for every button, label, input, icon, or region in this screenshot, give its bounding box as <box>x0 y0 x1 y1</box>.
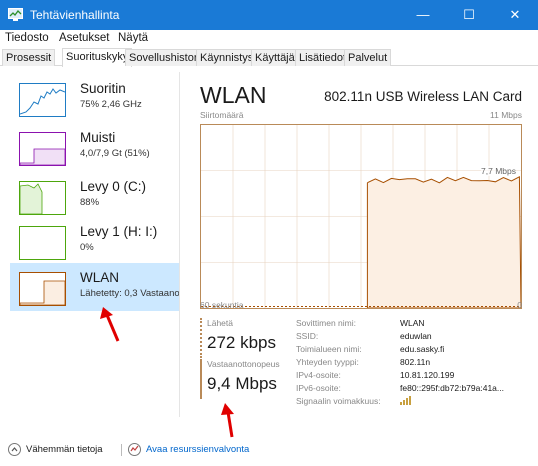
sidebar-item-title: Muisti <box>80 130 116 145</box>
graph-max-label: 11 Mbps <box>490 110 522 120</box>
memory-mini-graph <box>19 148 66 166</box>
task-manager-window: Tehtävienhallinta — ☐ ✕ Tiedosto Asetuks… <box>0 0 538 466</box>
detail-value: WLAN <box>400 318 425 328</box>
resource-monitor-icon <box>128 443 141 456</box>
menu-view[interactable]: Näytä <box>118 32 148 44</box>
page-title: WLAN <box>200 82 267 108</box>
detail-label: SSID: <box>296 331 319 341</box>
receive-area <box>366 175 521 308</box>
detail-label: IPv6-osoite: <box>296 383 341 393</box>
disk0-mini-graph <box>19 183 43 215</box>
detail-value: eduwlan <box>400 331 432 341</box>
sidebar-item-disk-0[interactable]: Levy 0 (C:) 88% <box>10 172 179 220</box>
wlan-thumbnail <box>19 272 66 306</box>
sidebar-item-title: Levy 1 (H: I:) <box>80 224 158 239</box>
cpu-mini-graph <box>19 88 66 115</box>
task-manager-icon <box>8 8 23 21</box>
sidebar-item-subtitle: 75% 2,46 GHz <box>80 99 142 110</box>
resource-monitor-link[interactable]: Avaa resurssienvalvonta <box>128 443 249 456</box>
performance-sidebar: Suoritin 75% 2,46 GHz Muisti 4,0/7,9 Gt … <box>10 72 180 417</box>
sidebar-item-wlan[interactable]: WLAN Lähetetty: 0,3 Vastaanotettu: 9,4 M… <box>10 263 180 311</box>
sidebar-item-subtitle: 0% <box>80 242 94 253</box>
footer: Vähemmän tietoja Avaa resurssienvalvonta <box>0 436 538 466</box>
send-value: 272 kbps <box>207 333 276 352</box>
tab-startup[interactable]: Käynnistys <box>196 49 258 66</box>
receive-value: 9,4 Mbps <box>207 374 277 393</box>
sidebar-item-title: Levy 0 (C:) <box>80 179 147 194</box>
footer-divider <box>121 444 122 456</box>
tab-details[interactable]: Lisätiedot <box>295 49 351 66</box>
tab-services[interactable]: Palvelut <box>344 49 392 66</box>
memory-thumbnail <box>19 132 66 166</box>
throughput-graph: 7,7 Mbps <box>200 124 522 309</box>
detail-label: Sovittimen nimi: <box>296 318 356 328</box>
detail-value: edu.sasky.fi <box>400 344 445 354</box>
send-label: Lähetä <box>207 318 233 328</box>
detail-label: Yhteyden tyyppi: <box>296 357 359 367</box>
signal-bars-icon <box>400 396 413 407</box>
sidebar-item-title: WLAN <box>80 270 120 285</box>
throughput-graph-canvas <box>201 125 521 308</box>
fewer-details-label: Vähemmän tietoja <box>26 444 103 455</box>
menu-file[interactable]: Tiedosto <box>5 32 49 44</box>
detail-value: fe80::295f:db72:b79a:41a... <box>400 383 504 393</box>
adapter-name: 802.11n USB Wireless LAN Card <box>324 89 522 104</box>
fewer-details-button[interactable]: Vähemmän tietoja <box>8 443 103 456</box>
graph-time-axis-end: 0 <box>517 300 522 310</box>
detail-label: Signaalin voimakkuus: <box>296 396 381 406</box>
sidebar-item-title: Suoritin <box>80 81 126 96</box>
annotation-arrow-icon <box>100 307 120 342</box>
graph-level-label: 7,7 Mbps <box>481 166 516 176</box>
detail-label: Toimialueen nimi: <box>296 344 362 354</box>
menu-options[interactable]: Asetukset <box>59 32 110 44</box>
maximize-button[interactable]: ☐ <box>446 0 492 30</box>
detail-value: 10.81.120.199 <box>400 370 455 380</box>
sidebar-item-subtitle: 4,0/7,9 Gt (51%) <box>80 148 150 159</box>
close-button[interactable]: ✕ <box>492 0 538 30</box>
chevron-up-icon <box>8 443 21 456</box>
detail-label: IPv4-osoite: <box>296 370 341 380</box>
wlan-mini-graph <box>19 280 66 306</box>
sidebar-item-memory[interactable]: Muisti 4,0/7,9 Gt (51%) <box>10 123 179 171</box>
graph-time-axis-label: 60 sekuntia <box>200 300 244 310</box>
title-bar[interactable]: Tehtävienhallinta — ☐ ✕ <box>0 0 538 30</box>
window-title: Tehtävienhallinta <box>30 8 120 22</box>
annotation-arrow-icon <box>221 403 234 438</box>
resource-monitor-label: Avaa resurssienvalvonta <box>146 444 250 455</box>
tab-processes[interactable]: Prosessit <box>2 49 56 66</box>
receive-label: Vastaanottonopeus <box>207 359 280 369</box>
sidebar-item-disk-1[interactable]: Levy 1 (H: I:) 0% <box>10 217 179 265</box>
wlan-detail-panel: WLAN 802.11n USB Wireless LAN Card Siirt… <box>200 72 522 417</box>
disk1-thumbnail <box>19 226 66 260</box>
cpu-thumbnail <box>19 83 66 117</box>
receive-stat: Vastaanottonopeus 9,4 Mbps <box>200 359 290 399</box>
sidebar-item-subtitle: 88% <box>80 197 100 208</box>
graph-title: Siirtomäärä <box>200 110 244 120</box>
sidebar-item-cpu[interactable]: Suoritin 75% 2,46 GHz <box>10 74 179 122</box>
tab-performance[interactable]: Suorituskyky <box>62 48 133 67</box>
menu-bar: Tiedosto Asetukset Näytä <box>0 30 538 48</box>
send-stat: Lähetä 272 kbps <box>200 318 290 358</box>
disk0-thumbnail <box>19 181 66 215</box>
tab-strip: Prosessit Suorituskyky Sovellushistoria … <box>0 48 538 67</box>
sidebar-item-subtitle: Lähetetty: 0,3 Vastaanotettu: 9,4 Mbps <box>80 288 180 299</box>
detail-value: 802.11n <box>400 357 431 367</box>
minimize-button[interactable]: — <box>400 0 446 30</box>
